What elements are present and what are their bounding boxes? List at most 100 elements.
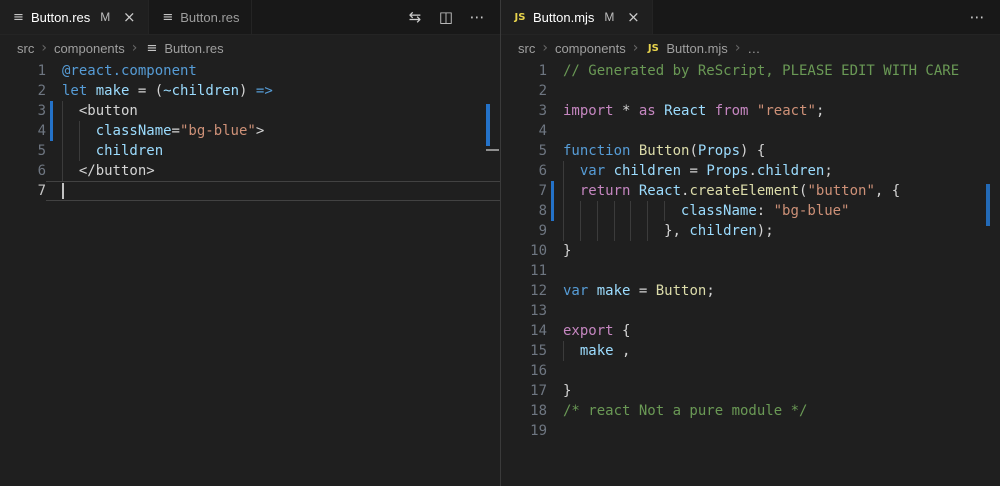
code-line-7[interactable]: 7return React.createElement("button", { xyxy=(501,181,1000,201)
indent-guide xyxy=(630,201,647,221)
breadcrumb-separator-icon: › xyxy=(132,40,138,56)
code-token xyxy=(748,103,756,119)
split-editor-icon[interactable]: ◫ xyxy=(437,10,455,25)
code-token: { xyxy=(614,323,631,339)
text-cursor xyxy=(62,183,64,199)
code-line-2[interactable]: 2 xyxy=(501,81,1000,101)
more-actions-icon[interactable]: ⋯ xyxy=(968,10,986,25)
code-token xyxy=(630,183,638,199)
code-editor-right[interactable]: 1// Generated by ReScript, PLEASE EDIT W… xyxy=(501,61,1000,486)
code-line-8[interactable]: 8className: "bg-blue" xyxy=(501,201,1000,221)
indent-guide xyxy=(614,201,631,221)
code-token xyxy=(87,83,95,99)
code-token: </button> xyxy=(79,163,155,179)
code-line-content xyxy=(547,421,1000,441)
overview-ruler-cursor-marker xyxy=(486,149,499,151)
code-token: "bg-blue" xyxy=(774,203,850,219)
line-number: 3 xyxy=(0,101,46,121)
breadcrumb-separator-icon: › xyxy=(41,40,47,56)
code-token: ) { xyxy=(740,143,765,159)
indent-guide xyxy=(62,141,79,161)
code-line-7[interactable]: 7 xyxy=(0,181,500,201)
breadcrumb-item-button-res[interactable]: ≡Button.res xyxy=(144,41,223,56)
code-token: var xyxy=(580,163,605,179)
open-changes-icon[interactable]: ⇆ xyxy=(406,10,424,25)
tabs-right: JSButton.mjsM× xyxy=(501,0,653,34)
code-token: "button" xyxy=(807,183,874,199)
breadcrumb-label: Button.mjs xyxy=(666,41,727,56)
code-token: } xyxy=(563,383,571,399)
code-token: . xyxy=(748,163,756,179)
line-number: 1 xyxy=(501,61,547,81)
indent-guide xyxy=(79,141,96,161)
code-line-4[interactable]: 4className="bg-blue"> xyxy=(0,121,500,141)
indent-guide xyxy=(563,201,580,221)
breadcrumb-item-[interactable]: … xyxy=(747,41,760,56)
breadcrumb-item-button-mjs[interactable]: JS Button.mjs xyxy=(645,41,727,56)
breadcrumb-separator-icon: › xyxy=(633,40,639,56)
line-number: 12 xyxy=(501,281,547,301)
code-line-1[interactable]: 1@react.component xyxy=(0,61,500,81)
close-icon[interactable]: × xyxy=(625,8,641,26)
line-number: 8 xyxy=(501,201,547,221)
indent-guide xyxy=(597,201,614,221)
indent-guide xyxy=(62,161,79,181)
code-token xyxy=(605,163,613,179)
code-token: children xyxy=(96,143,163,159)
code-line-content: <button xyxy=(46,101,500,121)
code-line-4[interactable]: 4 xyxy=(501,121,1000,141)
code-line-11[interactable]: 11 xyxy=(501,261,1000,281)
code-line-15[interactable]: 15make , xyxy=(501,341,1000,361)
indent-guide xyxy=(647,221,664,241)
breadcrumb-item-components[interactable]: components xyxy=(54,41,125,56)
breadcrumb-item-src[interactable]: src xyxy=(17,41,34,56)
breadcrumb-item-components[interactable]: components xyxy=(555,41,626,56)
code-line-2[interactable]: 2let make = (~children) => xyxy=(0,81,500,101)
code-token: children xyxy=(689,223,756,239)
code-line-12[interactable]: 12var make = Button; xyxy=(501,281,1000,301)
code-line-13[interactable]: 13 xyxy=(501,301,1000,321)
breadcrumb-item-src[interactable]: src xyxy=(518,41,535,56)
breadcrumb-label: src xyxy=(17,41,34,56)
code-line-3[interactable]: 3import * as React from "react"; xyxy=(501,101,1000,121)
tab-label: Button.res xyxy=(31,10,90,25)
code-line-6[interactable]: 6</button> xyxy=(0,161,500,181)
indent-guide xyxy=(664,201,681,221)
code-line-18[interactable]: 18/* react Not a pure module */ xyxy=(501,401,1000,421)
code-token: , { xyxy=(875,183,900,199)
code-line-content: // Generated by ReScript, PLEASE EDIT WI… xyxy=(547,61,1000,81)
code-line-content: className="bg-blue"> xyxy=(46,121,500,141)
tab-button-res[interactable]: ≡Button.res xyxy=(149,0,251,34)
code-line-9[interactable]: 9}, children); xyxy=(501,221,1000,241)
code-line-content: return React.createElement("button", { xyxy=(547,181,1000,201)
file-icon: ≡ xyxy=(144,41,159,56)
indent-guide xyxy=(580,201,597,221)
code-line-3[interactable]: 3 <button xyxy=(0,101,500,121)
code-line-6[interactable]: 6var children = Props.children; xyxy=(501,161,1000,181)
code-line-5[interactable]: 5children xyxy=(0,141,500,161)
code-line-content: export { xyxy=(547,321,1000,341)
code-line-19[interactable]: 19 xyxy=(501,421,1000,441)
code-token: = xyxy=(630,283,655,299)
code-token: <button xyxy=(79,103,138,119)
tab-button-res[interactable]: ≡Button.resM× xyxy=(0,0,149,34)
line-number: 19 xyxy=(501,421,547,441)
code-token: } xyxy=(563,243,571,259)
code-line-5[interactable]: 5function Button(Props) { xyxy=(501,141,1000,161)
code-line-10[interactable]: 10} xyxy=(501,241,1000,261)
overview-ruler-modified-marker xyxy=(486,104,490,146)
tab-button-mjs[interactable]: JSButton.mjsM× xyxy=(501,0,653,34)
code-token xyxy=(656,103,664,119)
code-line-14[interactable]: 14export { xyxy=(501,321,1000,341)
more-actions-icon[interactable]: ⋯ xyxy=(468,10,486,25)
js-file-icon: JS xyxy=(645,43,661,54)
code-line-1[interactable]: 1// Generated by ReScript, PLEASE EDIT W… xyxy=(501,61,1000,81)
code-editor-left[interactable]: 1@react.component2let make = (~children)… xyxy=(0,61,500,486)
code-line-17[interactable]: 17} xyxy=(501,381,1000,401)
line-number: 18 xyxy=(501,401,547,421)
line-number: 2 xyxy=(501,81,547,101)
close-icon[interactable]: × xyxy=(121,8,137,26)
code-token: ); xyxy=(757,223,774,239)
code-line-16[interactable]: 16 xyxy=(501,361,1000,381)
code-line-content: </button> xyxy=(46,161,500,181)
